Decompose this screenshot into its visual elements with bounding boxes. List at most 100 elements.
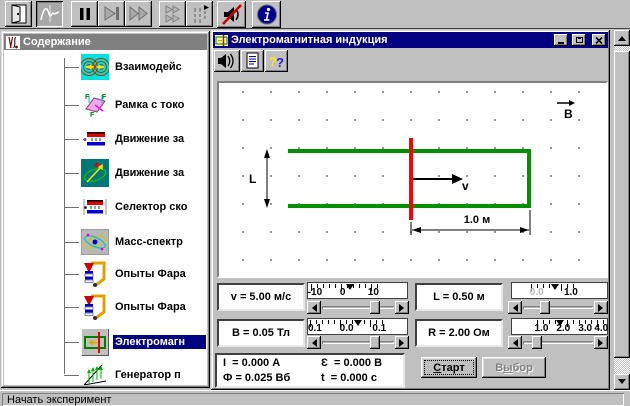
list-item-label: Масс-спектр	[113, 235, 185, 249]
list-item-label: Движение за	[113, 132, 186, 146]
scroll-up-button[interactable]	[614, 30, 630, 46]
slider-right-arrow[interactable]	[594, 301, 608, 314]
slider-right-arrow[interactable]	[594, 336, 608, 349]
resistance-value: R = 2.00 Ом	[415, 319, 503, 347]
exit-button[interactable]	[5, 1, 32, 27]
pause-button[interactable]	[71, 1, 98, 27]
length-label: L	[249, 172, 256, 186]
info-icon	[255, 3, 279, 26]
list-item-charge-motion-2[interactable]: Движение за	[64, 157, 206, 189]
help-button[interactable]: ? ?	[265, 50, 288, 72]
slider-thumb[interactable]	[540, 301, 550, 314]
length-value: L = 0.50 м	[415, 283, 503, 311]
list-item-faraday-2[interactable]: Опыты Фара	[64, 291, 206, 323]
list-item-velocity-selector[interactable]: Селектор ско	[64, 191, 206, 223]
field-slider	[307, 336, 409, 349]
contents-titlebar[interactable]: Содержание	[4, 34, 207, 50]
double-chevron-button[interactable]	[159, 1, 186, 27]
frame-step-button[interactable]	[186, 1, 213, 27]
list-item-interaction[interactable]: Взаимодейс	[64, 51, 206, 83]
svg-text:F: F	[85, 94, 90, 101]
scrollbar-thumb[interactable]	[614, 51, 630, 358]
graph-mode-button[interactable]	[36, 1, 63, 27]
slider-thumb[interactable]	[370, 336, 380, 349]
select-button[interactable]: Выбор	[482, 357, 546, 378]
em-induction-icon	[81, 328, 109, 356]
fast-forward-button[interactable]	[125, 1, 152, 27]
contents-window-icon	[6, 36, 20, 49]
list-item-label: Движение за	[113, 166, 186, 180]
scale-pointer	[354, 320, 362, 330]
contents-list: Взаимодейс F F F Рамка с токо	[4, 50, 207, 385]
velocity-slider	[307, 301, 409, 314]
vertical-scrollbar[interactable]	[614, 30, 630, 390]
slider-left-arrow[interactable]	[307, 336, 321, 349]
speaker-icon	[217, 52, 237, 70]
contents-window: Содержание Взаимодейс	[1, 31, 210, 388]
svg-text:?: ?	[276, 55, 284, 70]
frame-bars-icon	[189, 3, 211, 25]
main-toolbar	[0, 0, 630, 29]
step-forward-icon	[101, 3, 123, 25]
time-readout: t = 0.000 с	[321, 372, 403, 384]
list-item-faraday-1[interactable]: Опыты Фара	[64, 258, 206, 290]
list-item-label: Генератор п	[113, 368, 183, 382]
circuit-diagram: B v	[219, 83, 606, 276]
slider-thumb[interactable]	[370, 301, 380, 314]
list-item-generator[interactable]: Генератор п	[64, 359, 206, 385]
trajectory-icon	[81, 159, 109, 187]
close-button[interactable]	[592, 34, 606, 46]
resistance-scale: 1.0 2.0 3.0 4.0	[511, 318, 608, 335]
scroll-down-button[interactable]	[614, 374, 630, 390]
list-item-mass-spectrometer[interactable]: Масс-спектр	[64, 226, 206, 258]
slider-left-arrow[interactable]	[307, 301, 321, 314]
sound-off-button[interactable]	[217, 1, 246, 28]
step-forward-button[interactable]	[98, 1, 125, 27]
flux-readout: Ф = 0.025 Вб	[223, 372, 321, 384]
slider-right-arrow[interactable]	[395, 336, 409, 349]
down-arrow-icon	[618, 379, 626, 388]
minimize-icon	[558, 42, 564, 44]
status-bar: Начать эксперимент	[0, 390, 630, 406]
length-scale: 0.0 1.0	[511, 282, 608, 299]
experiment-titlebar[interactable]: Электромагнитная индукция	[213, 32, 608, 48]
list-item-label: Электромагн	[113, 335, 206, 349]
list-item-label: Селектор ско	[113, 200, 189, 214]
faraday-experiment-icon	[82, 293, 108, 321]
status-message: Начать эксперимент	[2, 393, 624, 406]
slider-right-arrow[interactable]	[395, 301, 409, 314]
curve-trace-icon	[39, 3, 61, 25]
list-item-current-frame[interactable]: F F F Рамка с токо	[64, 89, 206, 121]
current-frame-icon: F F F	[82, 92, 108, 118]
list-item-charge-motion-1[interactable]: Движение за	[64, 123, 206, 155]
list-item-em-induction[interactable]: Электромагн	[64, 326, 206, 358]
experiment-diagram: B v	[217, 81, 608, 278]
slider-thumb[interactable]	[532, 336, 542, 349]
slider-left-arrow[interactable]	[508, 336, 522, 349]
mdi-area: Содержание Взаимодейс	[0, 30, 630, 390]
experiment-window-icon	[215, 35, 228, 46]
generator-icon	[82, 362, 108, 385]
velocity-scale: -10 0 10	[307, 282, 408, 299]
restore-button[interactable]	[572, 34, 586, 46]
experiment-window-title: Электромагнитная индукция	[231, 34, 550, 46]
scale-pointer	[346, 284, 354, 294]
capacitor-icon	[83, 131, 107, 147]
slider-left-arrow[interactable]	[508, 301, 522, 314]
readout-panel: I = 0.000 А Ɛ = 0.000 В Ф = 0.025 Вб t =…	[215, 353, 405, 388]
up-arrow-icon	[618, 32, 626, 41]
start-button[interactable]: Старт	[421, 357, 477, 378]
svg-text:F: F	[90, 112, 95, 118]
fast-forward-icon	[128, 3, 150, 25]
sound-button[interactable]	[214, 50, 240, 72]
velocity-label: v	[462, 179, 469, 193]
close-icon	[595, 37, 603, 44]
list-item-label: Рамка с токо	[113, 98, 186, 112]
info-button[interactable]	[252, 1, 281, 28]
moving-rod	[409, 138, 413, 220]
mass-spectrometer-icon	[81, 229, 109, 255]
notes-button[interactable]	[241, 50, 264, 72]
velocity-selector-icon	[83, 198, 107, 216]
width-dimension-label: 1.0 м	[464, 214, 491, 226]
minimize-button[interactable]	[554, 34, 568, 46]
